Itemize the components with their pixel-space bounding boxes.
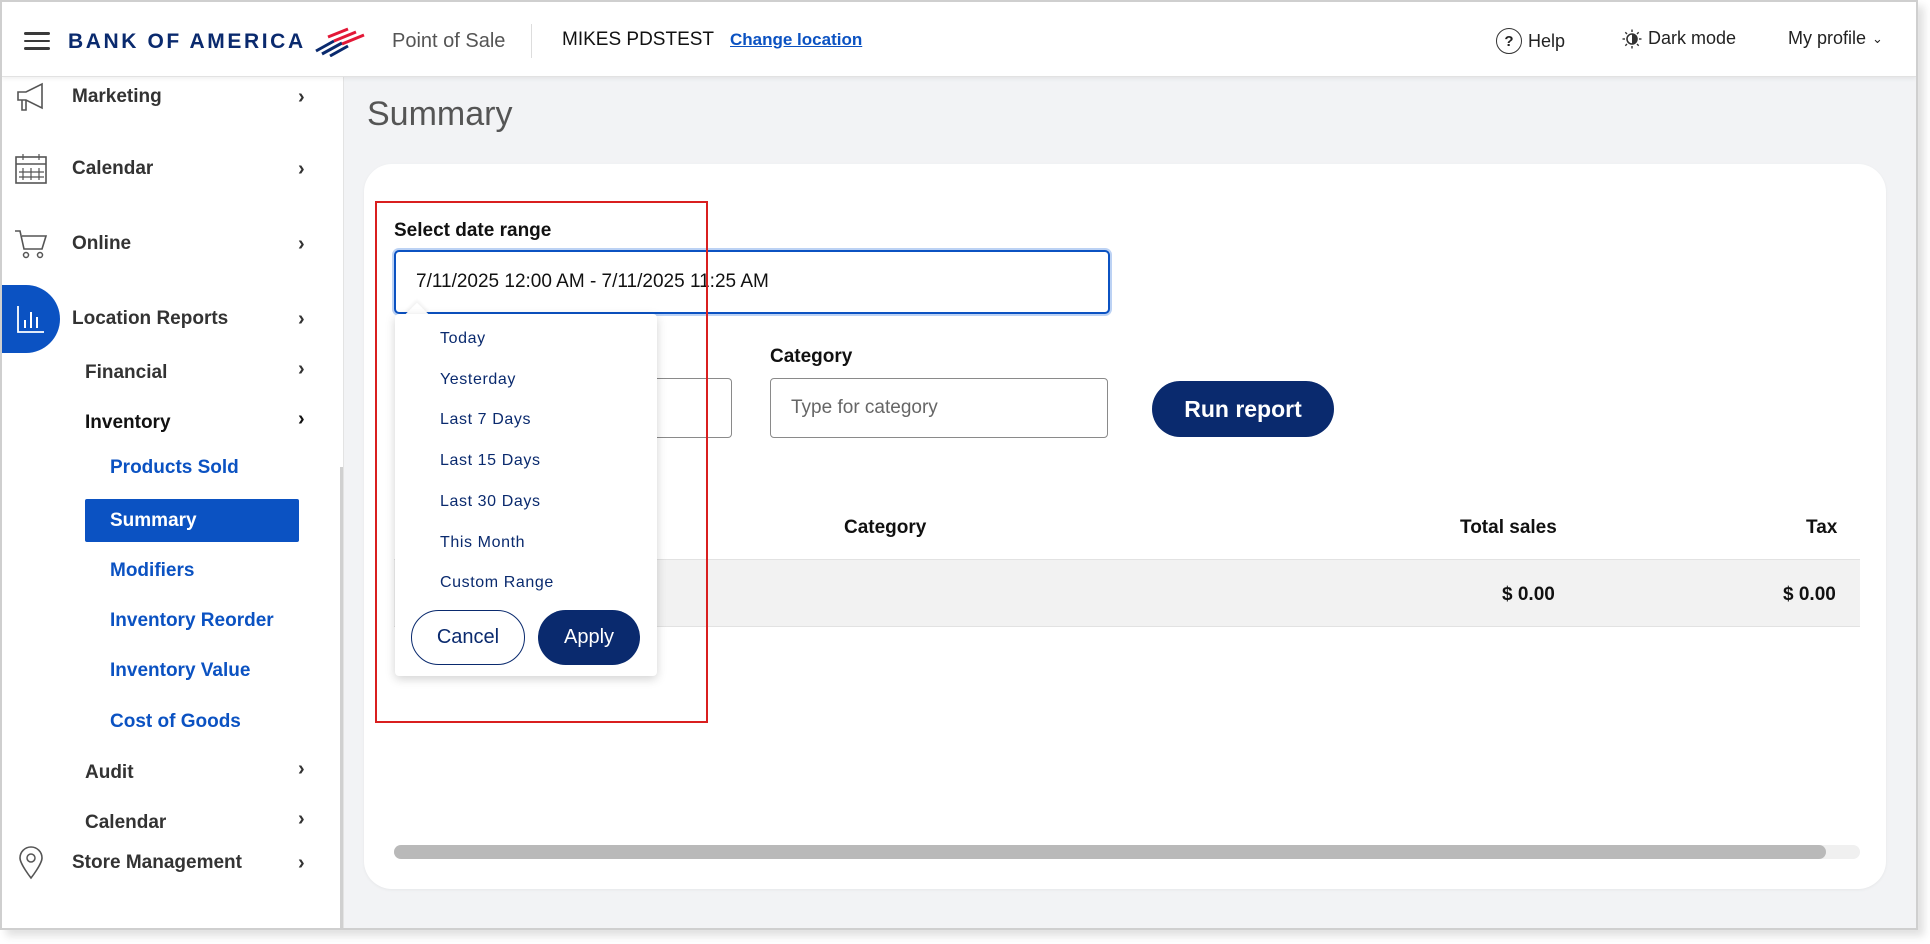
my-profile-menu[interactable]: My profile ⌄ [1788,28,1883,49]
cart-icon [14,227,48,261]
cancel-button[interactable]: Cancel [411,610,525,665]
help-label: Help [1528,30,1566,51]
help-button[interactable]: ? Help [1496,28,1565,54]
run-report-button[interactable]: Run report [1152,381,1334,437]
sidebar-label-calendar: Calendar [72,158,154,179]
range-option-custom-range[interactable]: Custom Range [440,574,554,592]
dark-mode-label: Dark mode [1648,28,1737,48]
cell-tax: $ 0.00 [1783,584,1836,605]
chevron-right-icon: › [298,358,305,380]
sidebar-sub-financial[interactable]: Financial [85,362,167,384]
sidebar-item-calendar[interactable]: Calendar › [2,149,332,189]
range-option-last-30-days[interactable]: Last 30 Days [440,493,541,511]
sidebar-label-online: Online [72,233,132,254]
megaphone-icon [14,80,48,114]
bar-chart-icon [14,302,48,336]
map-pin-icon [14,846,48,880]
sidebar-item-online[interactable]: Online › [2,224,332,264]
sidebar-sub-audit[interactable]: Audit [85,762,134,784]
chevron-right-icon: › [298,157,305,180]
flag-logo-icon [314,27,365,57]
chevron-right-icon: › [298,408,305,430]
sidebar-item-marketing[interactable]: Marketing › [2,77,332,117]
range-option-last-7-days[interactable]: Last 7 Days [440,411,531,429]
column-header-total-sales[interactable]: Total sales [1460,517,1557,539]
bank-logo[interactable]: BANK OF AMERICA [68,27,366,57]
sidebar-label-location-reports: Location Reports [72,308,229,329]
sidebar-leaf-cost-of-goods[interactable]: Cost of Goods [110,711,241,733]
change-location-link[interactable]: Change location [730,30,862,50]
sidebar-leaf-products-sold[interactable]: Products Sold [110,457,239,479]
chevron-right-icon: › [298,851,305,874]
header-divider [531,24,532,58]
sidebar-leaf-inventory-value[interactable]: Inventory Value [110,660,250,682]
calendar-icon [14,152,48,186]
sidebar-leaf-modifiers[interactable]: Modifiers [110,560,194,582]
app-window: BANK OF AMERICA Point of Sale MIKES PDST… [0,0,1918,930]
sidebar-label-marketing: Marketing [72,86,162,107]
chevron-down-icon: ⌄ [1872,30,1883,46]
dark-mode-toggle[interactable]: Dark mode [1622,28,1736,49]
date-range-label: Select date range [394,220,552,241]
chevron-right-icon: › [298,808,305,830]
brand-name: BANK OF AMERICA [68,30,306,53]
range-option-yesterday[interactable]: Yesterday [440,371,516,389]
cell-total-sales: $ 0.00 [1502,584,1555,605]
apply-button[interactable]: Apply [538,610,640,665]
sidebar-leaf-summary-label: Summary [110,510,197,531]
sidebar-item-store-management[interactable]: Store Management › [2,843,332,883]
horizontal-scrollbar-thumb[interactable] [394,845,1826,859]
chevron-right-icon: › [298,758,305,780]
column-header-tax[interactable]: Tax [1806,517,1837,539]
top-header: BANK OF AMERICA Point of Sale MIKES PDST… [2,2,1916,77]
brightness-icon [1622,29,1642,48]
sidebar-scrollbar[interactable] [340,467,343,928]
sidebar-sub-inventory[interactable]: Inventory [85,412,171,434]
app-name: Point of Sale [392,30,506,52]
chevron-right-icon: › [298,85,305,108]
range-option-last-15-days[interactable]: Last 15 Days [440,452,541,470]
chevron-right-icon: › [298,307,305,330]
chevron-right-icon: › [298,232,305,255]
range-option-this-month[interactable]: This Month [440,534,525,552]
my-profile-label: My profile [1788,28,1867,48]
sidebar-leaf-inventory-reorder[interactable]: Inventory Reorder [110,610,274,632]
column-header-category[interactable]: Category [844,517,926,539]
question-circle-icon: ? [1496,28,1522,54]
date-range-input[interactable]: 7/11/2025 12:00 AM - 7/11/2025 11:25 AM [394,250,1110,314]
location-name: MIKES PDSTEST [562,29,715,50]
sidebar: Marketing › Calendar › Online › Location… [2,77,344,928]
category-label: Category [770,346,853,367]
sidebar-sub-calendar[interactable]: Calendar [85,812,166,834]
sidebar-leaf-summary[interactable]: Summary [85,499,299,542]
sidebar-item-location-reports[interactable]: Location Reports › [2,285,332,353]
hamburger-menu-icon[interactable] [24,32,50,50]
category-input[interactable] [770,378,1108,438]
sidebar-label-store-management: Store Management [72,852,242,873]
range-option-today[interactable]: Today [440,330,486,348]
page-title: Summary [367,95,513,133]
